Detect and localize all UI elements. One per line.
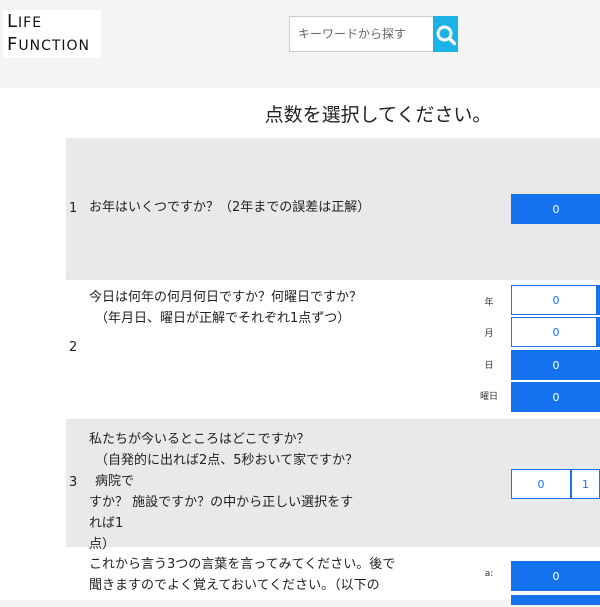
score-button-edge[interactable]: [596, 561, 600, 591]
search-input[interactable]: [289, 16, 433, 52]
score-button[interactable]: 0: [511, 285, 600, 315]
question-text-line: これから言う3つの言葉を言ってみてください。後で: [89, 557, 396, 572]
question-number: 1: [69, 201, 78, 216]
option-label: 月: [484, 329, 494, 339]
question-text-line: 聞きますのでよく覚えておいてください。（以下の: [89, 578, 380, 593]
site-logo[interactable]: LIFE FUNCTION: [3, 10, 101, 58]
question-note: すか？ 施設ですか？の中から正しい選択をすれば1: [89, 495, 354, 531]
score-button-edge[interactable]: [596, 317, 600, 347]
question-number: 2: [69, 340, 78, 355]
logo-letter: L: [7, 11, 19, 32]
question-row: 2 今日は何年の何月何日ですか？何曜日ですか？ （年月日、曜日が正解でそれぞれ1…: [66, 280, 600, 420]
question-text-line: 私たちが今いるところはどこですか？: [89, 432, 310, 447]
logo-text: UNCTION: [18, 38, 91, 54]
question-row: 3 私たちが今いるところはどこですか？ （自発的に出れば2点、5秒おいて家ですか…: [66, 420, 600, 552]
option-label: 年: [484, 298, 494, 308]
question-text-line: 今日は何年の何月何日ですか？何曜日ですか？: [89, 290, 363, 305]
score-button[interactable]: 0: [511, 561, 600, 591]
score-button[interactable]: 0: [511, 350, 600, 380]
page-title-text: 点数を選択してください。: [264, 104, 492, 126]
question-note: （自発的に出れば2点、5秒おいて家ですか？病院で: [95, 453, 359, 489]
question-text: 私たちが今いるところはどこですか？ （自発的に出れば2点、5秒おいて家ですか？病…: [89, 429, 364, 555]
score-button[interactable]: 0: [511, 469, 571, 499]
score-button[interactable]: 0: [511, 194, 600, 224]
question-number: 3: [69, 475, 78, 490]
score-button-partial[interactable]: [511, 595, 600, 605]
logo-letter: F: [7, 34, 19, 55]
score-button-edge[interactable]: [596, 285, 600, 315]
score-button-edge[interactable]: [596, 350, 600, 380]
question-note: （年月日、曜日が正解でそれぞれ1点ずつ）: [95, 311, 351, 326]
score-button[interactable]: 0: [511, 317, 600, 347]
question-text: 今日は何年の何月何日ですか？何曜日ですか？ （年月日、曜日が正解でそれぞれ1点ず…: [89, 287, 362, 329]
question-text: お年はいくつですか？（2年までの誤差は正解）: [89, 200, 371, 215]
score-button-edge[interactable]: [596, 194, 600, 224]
search-button[interactable]: [433, 16, 458, 52]
logo-text: IFE: [18, 15, 43, 31]
score-button[interactable]: 0: [511, 382, 600, 412]
score-button-edge[interactable]: [596, 382, 600, 412]
search-icon: [436, 25, 457, 46]
score-button[interactable]: 1: [571, 469, 600, 499]
option-label: 曜日: [479, 392, 498, 402]
option-label: a:: [484, 569, 494, 579]
site-header: LIFE FUNCTION: [0, 0, 600, 76]
page-title: 点数を選択してください。: [0, 100, 600, 127]
option-label: 日: [484, 361, 494, 371]
question-row: 1 お年はいくつですか？（2年までの誤差は正解） 0: [66, 138, 600, 280]
search-box: [289, 16, 458, 52]
question-row: これから言う3つの言葉を言ってみてください。後で 聞きますのでよく覚えておいてく…: [66, 547, 600, 607]
question-panel: 点数を選択してください。 1 お年はいくつですか？（2年までの誤差は正解） 0 …: [0, 88, 600, 605]
question-text: これから言う3つの言葉を言ってみてください。後で 聞きますのでよく覚えておいてく…: [89, 554, 395, 596]
